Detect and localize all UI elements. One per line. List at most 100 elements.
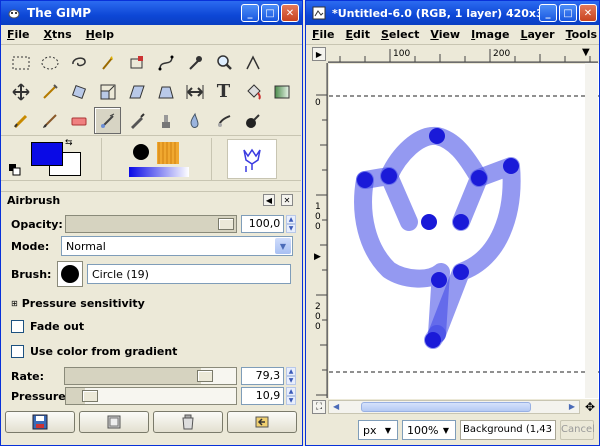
save-options-button[interactable] [5, 411, 75, 433]
pressure-sensitivity-label[interactable]: Pressure sensitivity [22, 297, 145, 310]
move-icon[interactable] [7, 78, 34, 105]
smudge-icon[interactable] [210, 107, 237, 134]
toolbox-window: The GIMP _ □ ✕ File Xtns Help T ⇆ Airbru… [0, 0, 303, 446]
image-maximize-button[interactable]: □ [559, 4, 577, 22]
use-gradient-label[interactable]: Use color from gradient [30, 345, 177, 358]
active-image-thumbnail[interactable] [227, 139, 277, 179]
flip-icon[interactable] [181, 78, 208, 105]
gimp-image-icon [312, 6, 326, 20]
pressure-thumb[interactable] [82, 390, 98, 402]
scroll-left-arrow-icon[interactable]: ◀ [333, 402, 339, 411]
image-menu-tools[interactable]: Tools [566, 28, 597, 41]
horizontal-scrollbar[interactable]: ◀ ▶ [328, 400, 580, 414]
vertical-scrollbar[interactable] [585, 63, 598, 398]
zoom-select[interactable]: 100% ▼ [402, 420, 456, 440]
vertical-ruler[interactable]: 0 1 0 0 2 0 0 ▶ [312, 63, 328, 398]
perspective-icon[interactable] [152, 78, 179, 105]
horizontal-ruler[interactable]: 100 200 [328, 45, 598, 63]
pan-icon[interactable]: ✥ [585, 400, 595, 414]
fade-out-label[interactable]: Fade out [30, 320, 84, 333]
bucket-fill-icon[interactable] [239, 78, 266, 105]
opacity-slider[interactable] [65, 215, 238, 233]
image-menu-view[interactable]: View [430, 28, 460, 41]
image-menu-file[interactable]: File [312, 28, 335, 41]
text-icon[interactable]: T [210, 78, 237, 105]
menu-xtns[interactable]: Xtns [44, 28, 72, 41]
paths-icon[interactable] [152, 49, 179, 76]
opacity-input[interactable]: 100,0 [241, 215, 285, 233]
pressure-spinner[interactable]: ▲ ▼ [286, 387, 296, 405]
reset-options-button[interactable] [227, 411, 297, 433]
mode-select[interactable]: Normal ▼ [61, 236, 293, 256]
scroll-right-arrow-icon[interactable]: ▶ [569, 402, 575, 411]
measure-icon[interactable] [239, 49, 266, 76]
toolbox-titlebar[interactable]: The GIMP _ □ ✕ [1, 1, 302, 25]
paintbrush-icon[interactable] [36, 107, 63, 134]
menu-help[interactable]: Help [86, 28, 114, 41]
lasso-icon[interactable] [65, 49, 92, 76]
opacity-spinner[interactable]: ▲ ▼ [286, 215, 296, 233]
pressure-input[interactable]: 10,9 [241, 387, 285, 405]
ellipse-select-icon[interactable] [36, 49, 63, 76]
image-menu-image[interactable]: Image [471, 28, 509, 41]
zoom-icon[interactable] [210, 49, 237, 76]
image-menu-arrow-icon[interactable]: ▶ [312, 47, 326, 61]
airbrush-icon[interactable] [94, 107, 121, 134]
scale-icon[interactable] [94, 78, 121, 105]
brush-preview-button[interactable] [57, 261, 83, 287]
rect-select-icon[interactable] [7, 49, 34, 76]
rate-input[interactable]: 79,3 [240, 367, 285, 385]
swap-colors-icon[interactable]: ⇆ [65, 138, 73, 148]
shear-icon[interactable] [123, 78, 150, 105]
fade-out-checkbox[interactable] [11, 319, 24, 333]
horizontal-scroll-thumb[interactable] [361, 402, 531, 412]
panel-close-icon[interactable]: ✕ [281, 194, 293, 206]
chevron-down-icon[interactable]: ▼ [275, 238, 291, 254]
delete-options-button[interactable] [153, 411, 223, 433]
use-gradient-checkbox[interactable] [11, 344, 24, 358]
expander-icon[interactable]: ⊞ [11, 299, 18, 308]
tool-grid: T [7, 49, 297, 136]
rotate-icon[interactable] [65, 78, 92, 105]
eraser-icon[interactable] [65, 107, 92, 134]
blur-icon[interactable] [181, 107, 208, 134]
blend-icon[interactable] [268, 78, 295, 105]
dodge-burn-icon[interactable] [239, 107, 266, 134]
panel-menu-icon[interactable]: ◀ [263, 194, 275, 206]
rate-spinner[interactable]: ▲ ▼ [286, 367, 296, 385]
unit-select[interactable]: px ▼ [358, 420, 398, 440]
pressure-slider[interactable] [65, 387, 238, 405]
ruler-left-label-0: 0 [315, 98, 321, 108]
zoom-chevron-icon[interactable]: ▼ [438, 422, 454, 438]
cancel-button[interactable]: Cancel [560, 420, 595, 440]
menu-file[interactable]: File [7, 28, 30, 41]
minimize-button[interactable]: _ [241, 4, 259, 22]
opacity-thumb[interactable] [218, 218, 234, 230]
rate-slider[interactable] [64, 367, 237, 385]
image-menu-edit[interactable]: Edit [346, 28, 370, 41]
brush-name-field[interactable]: Circle (19) [87, 264, 291, 284]
fuzzy-select-icon[interactable] [94, 49, 121, 76]
color-select-icon[interactable] [123, 49, 150, 76]
brush-gradient-preview[interactable] [129, 141, 189, 177]
image-canvas[interactable] [329, 64, 599, 399]
image-menu-select[interactable]: Select [381, 28, 419, 41]
pressure-sensitivity-row[interactable]: ⊞ Pressure sensitivity [11, 292, 296, 314]
close-button[interactable]: ✕ [281, 4, 299, 22]
crop-icon[interactable] [36, 78, 63, 105]
foreground-color-swatch[interactable] [31, 142, 63, 166]
color-picker-icon[interactable] [181, 49, 208, 76]
unit-chevron-icon[interactable]: ▼ [380, 422, 396, 438]
image-minimize-button[interactable]: _ [539, 4, 557, 22]
ink-icon[interactable] [123, 107, 150, 134]
clone-icon[interactable] [152, 107, 179, 134]
maximize-button[interactable]: □ [261, 4, 279, 22]
rate-thumb[interactable] [197, 370, 214, 382]
reset-colors-icon[interactable] [9, 164, 21, 176]
restore-options-button[interactable] [79, 411, 149, 433]
image-close-button[interactable]: ✕ [579, 4, 597, 22]
navigate-icon[interactable]: ⛶ [312, 400, 326, 414]
image-menu-layer[interactable]: Layer [520, 28, 554, 41]
pencil-icon[interactable] [7, 107, 34, 134]
image-titlebar[interactable]: *Untitled-6.0 (RGB, 1 layer) 420x300 _ □… [306, 1, 599, 25]
